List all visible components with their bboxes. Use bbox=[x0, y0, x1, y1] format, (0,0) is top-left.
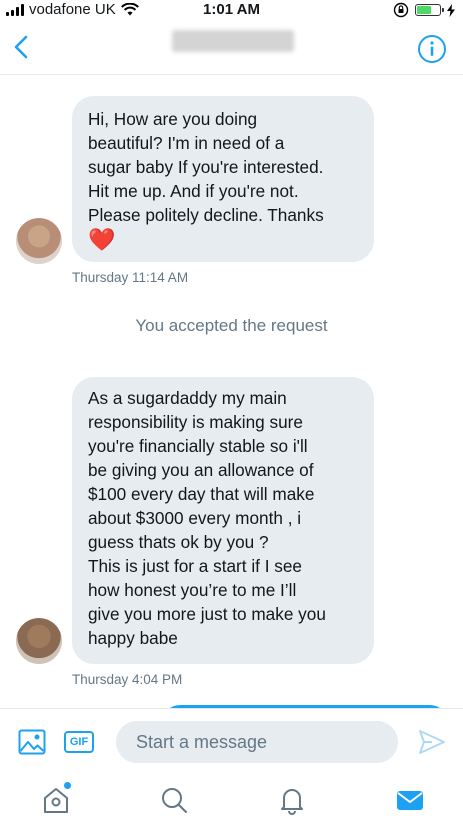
send-button[interactable] bbox=[418, 729, 446, 755]
conversation-title bbox=[172, 30, 294, 52]
back-button[interactable] bbox=[8, 32, 36, 62]
status-right bbox=[393, 2, 455, 18]
tab-bar bbox=[0, 776, 463, 827]
status-bar: vodafone UK 1:01 AM bbox=[0, 0, 463, 20]
search-icon bbox=[162, 788, 187, 813]
message-composer: GIF bbox=[0, 708, 463, 776]
messages-icon bbox=[397, 791, 423, 810]
tab-notifications[interactable] bbox=[276, 784, 308, 816]
charging-icon bbox=[447, 3, 455, 17]
message-bubble[interactable]: Hi, How are you doing beautiful? I'm in … bbox=[72, 96, 374, 262]
battery-icon bbox=[415, 4, 444, 16]
notification-dot bbox=[64, 782, 71, 789]
orientation-lock-icon bbox=[393, 2, 409, 18]
message-timestamp: Thursday 4:04 PM bbox=[72, 672, 183, 687]
gif-button[interactable]: GIF bbox=[64, 731, 94, 753]
message-input[interactable] bbox=[116, 721, 398, 763]
message-bubble[interactable]: As a sugardaddy my main responsibility i… bbox=[72, 377, 374, 664]
heart-emoji: ❤️ bbox=[88, 227, 116, 252]
info-button[interactable] bbox=[417, 34, 447, 64]
sender-avatar[interactable] bbox=[16, 218, 62, 264]
tab-messages[interactable] bbox=[394, 784, 426, 816]
message-text: Hi, How are you doing beautiful? I'm in … bbox=[88, 109, 324, 225]
message-timestamp: Thursday 11:14 AM bbox=[72, 270, 189, 285]
tab-home[interactable] bbox=[40, 782, 72, 816]
notifications-icon bbox=[281, 789, 303, 815]
request-accepted-notice: You accepted the request bbox=[135, 316, 328, 335]
tab-search[interactable] bbox=[158, 784, 190, 816]
message-text: As a sugardaddy my main responsibility i… bbox=[88, 388, 326, 648]
conversation-header bbox=[0, 20, 463, 75]
sender-avatar[interactable] bbox=[16, 618, 62, 664]
media-button[interactable] bbox=[18, 729, 46, 755]
